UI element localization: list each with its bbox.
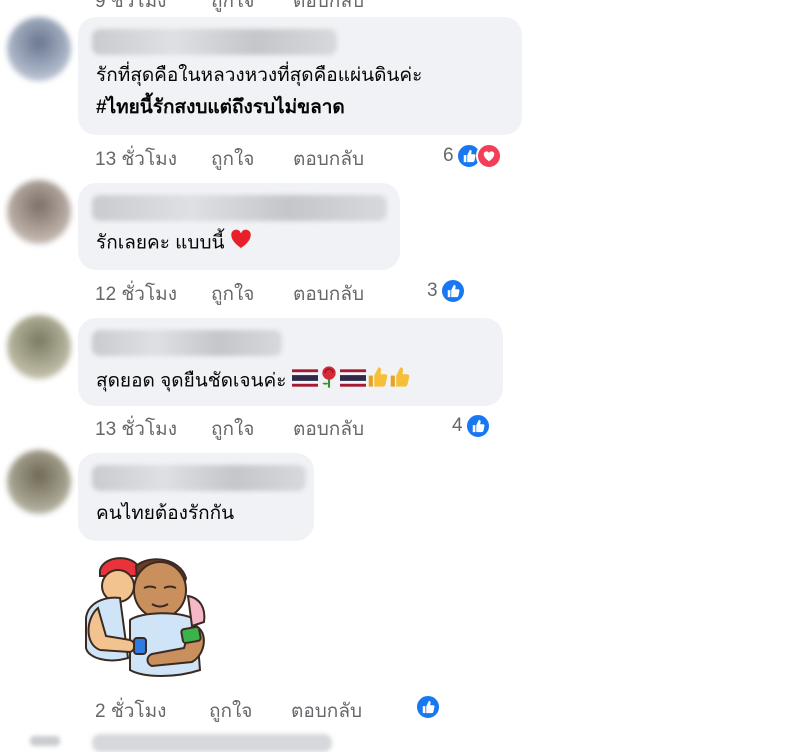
- comment-actions: 13 ชั่วโมง ถูกใจ ตอบกลับ: [95, 144, 364, 174]
- comment-text-body: สุดยอด จุดยืนชัดเจนค่ะ: [96, 370, 287, 392]
- comment-bubble: รักที่สุดคือในหลวงหวงที่สุดคือแผ่นดินค่ะ…: [78, 17, 522, 135]
- avatar[interactable]: [7, 180, 71, 244]
- time-label[interactable]: 13 ชั่วโมง: [95, 414, 211, 444]
- comment-text: สุดยอด จุดยืนชัดเจนค่ะ: [96, 365, 410, 398]
- comment-actions: 2 ชั่วโมง ถูกใจ ตอบกลับ: [95, 696, 362, 726]
- thumbs-up-icon: [388, 366, 410, 397]
- time-label[interactable]: 12 ชั่วโมง: [95, 279, 211, 309]
- reply-link[interactable]: ตอบกลับ: [293, 414, 364, 444]
- love-icon: [475, 143, 502, 169]
- avatar[interactable]: [30, 736, 60, 746]
- like-link[interactable]: ถูกใจ: [211, 144, 293, 174]
- avatar[interactable]: [7, 450, 71, 514]
- like-icon: [464, 413, 491, 439]
- avatar[interactable]: [7, 17, 71, 81]
- comment-bubble: สุดยอด จุดยืนชัดเจนค่ะ: [78, 318, 503, 406]
- thai-flag-icon: [291, 368, 318, 396]
- comment-text: รักที่สุดคือในหลวงหวงที่สุดคือแผ่นดินค่ะ: [96, 65, 423, 86]
- reaction-summary[interactable]: 3: [427, 278, 466, 304]
- comment-text: รักเลยคะ แบบนี้: [96, 229, 252, 258]
- thumbs-up-icon: [366, 366, 388, 397]
- comment-bubble: คนไทยต้องรักกัน: [78, 453, 314, 541]
- comment-text-body: รักเลยคะ แบบนี้: [96, 232, 225, 254]
- avatar[interactable]: [7, 315, 71, 379]
- comment-actions: 12 ชั่วโมง ถูกใจ ตอบกลับ: [95, 279, 364, 309]
- time-label[interactable]: 2 ชั่วโมง: [95, 696, 209, 726]
- hashtag-link[interactable]: #ไทยนี้รักสงบแต่ถึงรบไม่ขลาด: [96, 94, 345, 122]
- like-link[interactable]: ถูกใจ: [209, 696, 291, 726]
- commenter-name-blurred[interactable]: [92, 29, 337, 55]
- reaction-count: 6: [443, 145, 454, 166]
- reply-link[interactable]: ตอบกลับ: [291, 696, 362, 726]
- time-label: 9 ชั่วโมง: [95, 0, 167, 12]
- reaction-summary[interactable]: 6: [443, 143, 502, 169]
- like-icon: [439, 278, 466, 304]
- reply-link[interactable]: ตอบกลับ: [293, 0, 364, 12]
- reaction-count: 3: [427, 280, 438, 301]
- time-label[interactable]: 13 ชั่วโมง: [95, 144, 211, 174]
- red-heart-icon: [230, 229, 252, 258]
- reply-link[interactable]: ตอบกลับ: [293, 144, 364, 174]
- like-link[interactable]: ถูกใจ: [211, 0, 293, 16]
- rose-icon: [318, 365, 340, 398]
- like-link[interactable]: ถูกใจ: [211, 414, 293, 444]
- hugging-friends-sticker[interactable]: [78, 548, 213, 680]
- comment-actions: 13 ชั่วโมง ถูกใจ ตอบกลับ: [95, 414, 364, 444]
- thai-flag-icon: [339, 368, 366, 396]
- commenter-name-blurred[interactable]: [92, 330, 282, 356]
- reply-link[interactable]: ตอบกลับ: [293, 279, 364, 309]
- reaction-count: 4: [452, 415, 463, 436]
- commenter-name-blurred[interactable]: [92, 465, 306, 491]
- commenter-name-blurred[interactable]: [92, 734, 332, 752]
- reaction-summary[interactable]: [415, 694, 441, 720]
- comment-bubble: รักเลยคะ แบบนี้: [78, 183, 400, 270]
- like-link[interactable]: ถูกใจ: [211, 279, 293, 309]
- reaction-summary[interactable]: 4: [452, 413, 491, 439]
- commenter-name-blurred[interactable]: [92, 195, 387, 221]
- like-icon: [415, 694, 441, 720]
- comment-text: คนไทยต้องรักกัน: [96, 503, 235, 524]
- previous-comment-meta: 9 ชั่วโมง ถูกใจ ตอบกลับ: [95, 0, 364, 16]
